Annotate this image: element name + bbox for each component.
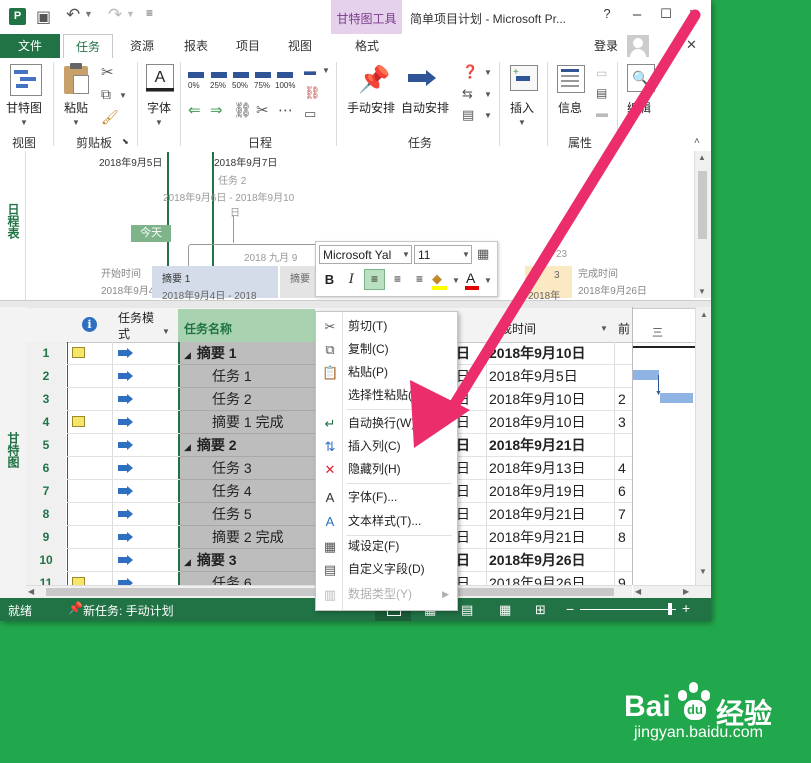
annotation-arrow (410, 9, 701, 448)
watermark-url: jingyan.baidu.com (634, 724, 763, 741)
baidu-paw-icon: du (676, 680, 716, 722)
arrow-shaft (442, 9, 701, 421)
watermark-brand: Bai (624, 690, 671, 723)
